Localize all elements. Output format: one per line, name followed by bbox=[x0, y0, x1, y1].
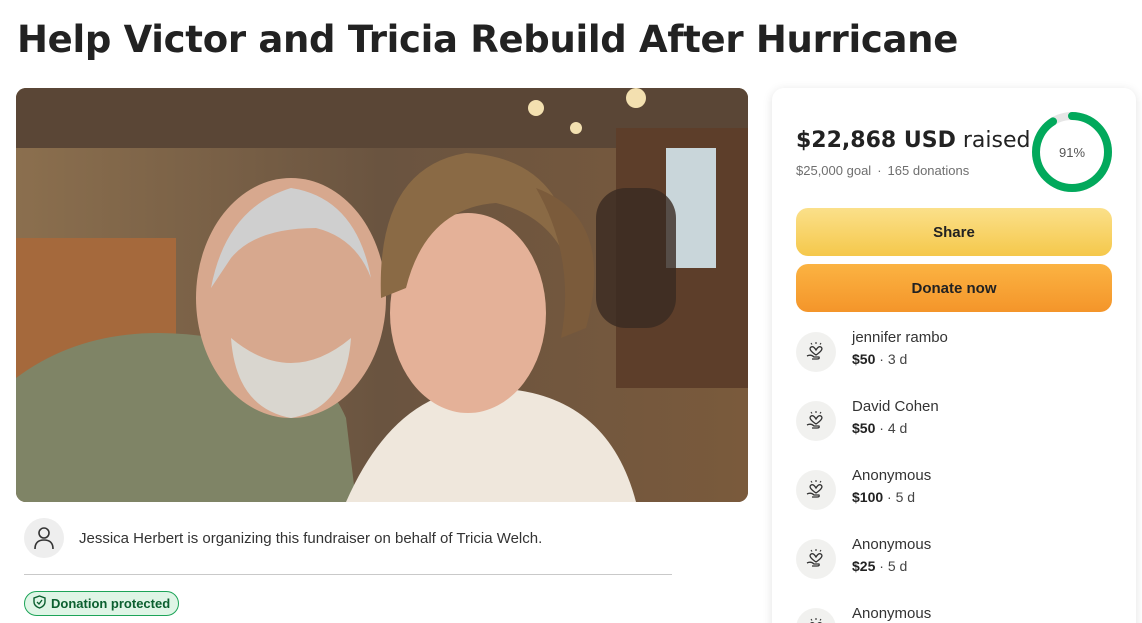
fundraiser-photo bbox=[16, 88, 748, 502]
donation-meta: $50 · 3 d bbox=[852, 351, 908, 367]
donation-meta: $50 · 4 d bbox=[852, 420, 908, 436]
heart-hand-icon bbox=[796, 401, 836, 441]
raised-value: $22,868 USD bbox=[796, 128, 956, 153]
goal-amount: $25,000 goal bbox=[796, 163, 872, 178]
donation-age: 3 d bbox=[887, 351, 908, 367]
badge-label: Donation protected bbox=[51, 596, 171, 611]
donate-now-button[interactable]: Donate now bbox=[796, 264, 1112, 312]
page-title: Help Victor and Tricia Rebuild After Hur… bbox=[17, 18, 958, 61]
donation-age: 4 d bbox=[887, 420, 908, 436]
raised-suffix: raised bbox=[955, 128, 1031, 153]
share-button[interactable]: Share bbox=[796, 208, 1112, 256]
divider bbox=[24, 574, 672, 575]
donation-item: Anonymous $100 · 5 d bbox=[796, 467, 1112, 513]
donation-age: 5 d bbox=[895, 489, 916, 505]
donor-name: Anonymous bbox=[852, 605, 932, 622]
donor-name: jennifer rambo bbox=[852, 329, 948, 346]
raised-amount: $22,868 USD raised bbox=[796, 128, 1030, 153]
donation-amount: $50 bbox=[852, 351, 876, 367]
goal-line: $25,000 goal · 165 donations bbox=[796, 163, 969, 178]
shield-icon bbox=[33, 595, 46, 612]
organizer-text: Jessica Herbert is organizing this fundr… bbox=[79, 529, 543, 547]
donor-name: Anonymous bbox=[852, 536, 932, 553]
user-icon bbox=[24, 518, 64, 558]
donations-count: 165 donations bbox=[887, 163, 970, 178]
donation-age: 5 d bbox=[887, 558, 908, 574]
donation-card: $22,868 USD raised $25,000 goal · 165 dona… bbox=[772, 88, 1136, 623]
donor-name: Anonymous bbox=[852, 467, 932, 484]
donor-name: David Cohen bbox=[852, 398, 939, 415]
donation-protected-badge[interactable]: Donation protected bbox=[24, 591, 180, 616]
donation-item: jennifer rambo $50 · 3 d bbox=[796, 329, 1112, 375]
progress-label: 91% bbox=[1058, 144, 1086, 160]
donation-amount: $100 bbox=[852, 489, 884, 505]
heart-hand-icon bbox=[796, 470, 836, 510]
heart-hand-icon bbox=[796, 608, 836, 623]
donation-item: Anonymous bbox=[796, 605, 1112, 623]
organizer-row: Jessica Herbert is organizing this fundr… bbox=[24, 517, 672, 559]
donation-amount: $25 bbox=[852, 558, 876, 574]
donation-amount: $50 bbox=[852, 420, 876, 436]
heart-hand-icon bbox=[796, 539, 836, 579]
donation-item: Anonymous $25 · 5 d bbox=[796, 536, 1112, 582]
separator-dot: · bbox=[877, 163, 882, 178]
heart-hand-icon bbox=[796, 332, 836, 372]
donation-meta: $100 · 5 d bbox=[852, 489, 916, 505]
donation-item: David Cohen $50 · 4 d bbox=[796, 398, 1112, 444]
donation-meta: $25 · 5 d bbox=[852, 558, 908, 574]
